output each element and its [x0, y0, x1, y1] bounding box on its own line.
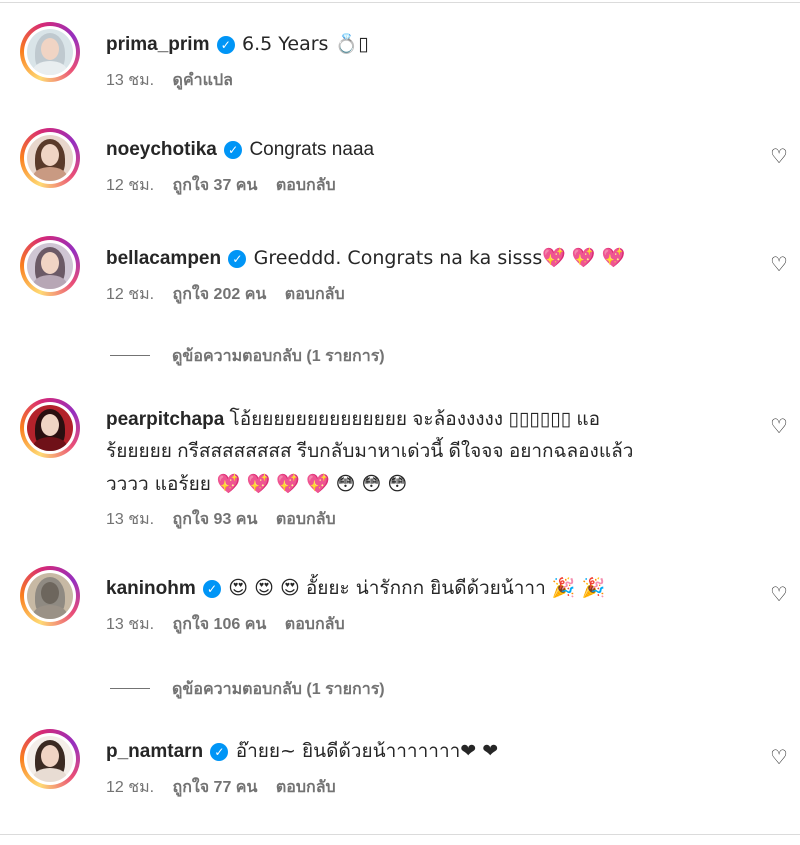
- avatar[interactable]: [20, 22, 80, 82]
- comment-text: 6.5 Years 💍▯: [242, 33, 369, 55]
- heart-outline-icon[interactable]: ♡: [768, 584, 790, 606]
- reply-divider-line: [110, 355, 150, 356]
- reply-button[interactable]: ตอบกลับ: [276, 177, 336, 194]
- comment-username[interactable]: p_namtarn: [106, 741, 203, 762]
- like-count[interactable]: ถูกใจ 93 คน: [173, 511, 258, 528]
- avatar[interactable]: [20, 566, 80, 626]
- verified-check-icon: ✓: [210, 743, 229, 761]
- comment-item: noeychotika ✓ Congrats naaa 12 ชม. ถูกใจ…: [20, 128, 790, 208]
- verified-check-icon: ✓: [228, 250, 247, 268]
- comment-text-line-2: ร้ยยยยย กรีสสสสสสสส รีบกลับมาหาเด่วนี้ ด…: [106, 441, 634, 462]
- comment-item: pearpitchapa โอ้ยยยยยยยยยยยยยย จะล้องงงง…: [20, 398, 790, 538]
- avatar[interactable]: [20, 398, 80, 458]
- like-count[interactable]: ถูกใจ 106 คน: [173, 616, 267, 633]
- avatar[interactable]: [20, 729, 80, 789]
- like-count[interactable]: ถูกใจ 37 คน: [173, 177, 258, 194]
- comment-text: โอ้ยยยยยยยยยยยยยย จะล้องงงงง ▯▯▯▯▯▯ แอ: [229, 409, 601, 430]
- heart-outline-icon[interactable]: ♡: [768, 416, 790, 438]
- comment-time[interactable]: 13 ชม.: [106, 616, 154, 633]
- comment-username[interactable]: kaninohm: [106, 578, 196, 599]
- view-replies-label: ดูข้อความตอบกลับ (1 รายการ): [172, 348, 385, 365]
- comment-item: kaninohm ✓ 😍 😍 😍 อั้ยยะ น่ารักกก ยินดีด้…: [20, 566, 790, 646]
- comment-username[interactable]: prima_prim: [106, 34, 209, 55]
- comment-text: 😍 😍 😍 อั้ยยะ น่ารักกก ยินดีด้วยน้าาา 🎉 🎉: [228, 577, 606, 599]
- comment-username[interactable]: pearpitchapa: [106, 409, 224, 430]
- comment-text: Greeddd. Congrats na ka sisss💖 💖 💖: [253, 247, 626, 269]
- like-count[interactable]: ถูกใจ 77 คน: [173, 779, 258, 796]
- heart-outline-icon[interactable]: ♡: [768, 254, 790, 276]
- reply-button[interactable]: ตอบกลับ: [285, 286, 345, 303]
- like-count[interactable]: ถูกใจ 202 คน: [173, 286, 267, 303]
- view-replies-button[interactable]: ดูข้อความตอบกลับ (1 รายการ): [110, 344, 385, 369]
- avatar[interactable]: [20, 128, 80, 188]
- comment-time[interactable]: 12 ชม.: [106, 286, 154, 303]
- comment-text: Congrats naaa: [249, 139, 375, 160]
- view-replies-button[interactable]: ดูข้อความตอบกลับ (1 รายการ): [110, 677, 385, 702]
- verified-check-icon: ✓: [224, 141, 243, 159]
- reply-button[interactable]: ตอบกลับ: [276, 779, 336, 796]
- see-translation-link[interactable]: ดูคำแปล: [173, 72, 233, 89]
- view-replies-label: ดูข้อความตอบกลับ (1 รายการ): [172, 681, 385, 698]
- comment-time[interactable]: 13 ชม.: [106, 72, 154, 89]
- comment-time[interactable]: 13 ชม.: [106, 511, 154, 528]
- verified-check-icon: ✓: [216, 36, 235, 54]
- comment-username[interactable]: bellacampen: [106, 248, 221, 269]
- verified-check-icon: ✓: [203, 580, 222, 598]
- reply-divider-line: [110, 688, 150, 689]
- comment-item: p_namtarn ✓ อ๊ายย~ ยินดีด้วยน้าาาาาาา❤ ❤…: [20, 729, 790, 809]
- heart-outline-icon[interactable]: ♡: [768, 146, 790, 168]
- reply-button[interactable]: ตอบกลับ: [276, 511, 336, 528]
- comment-item: prima_prim ✓ 6.5 Years 💍▯ 13 ชม. ดูคำแปล: [20, 22, 790, 102]
- comment-time[interactable]: 12 ชม.: [106, 177, 154, 194]
- avatar[interactable]: [20, 236, 80, 296]
- comment-text-line-3: วววว แอร้ยย 💖 💖 💖 💖 😳 😳 😳: [106, 473, 408, 495]
- comment-username[interactable]: noeychotika: [106, 139, 217, 160]
- reply-button[interactable]: ตอบกลับ: [285, 616, 345, 633]
- heart-outline-icon[interactable]: ♡: [768, 747, 790, 769]
- comment-time[interactable]: 12 ชม.: [106, 779, 154, 796]
- top-divider: [0, 2, 800, 3]
- comment-text: อ๊ายย~ ยินดีด้วยน้าาาาาาา❤ ❤: [235, 740, 499, 762]
- bottom-divider: [0, 834, 800, 835]
- comment-item: bellacampen ✓ Greeddd. Congrats na ka si…: [20, 236, 790, 316]
